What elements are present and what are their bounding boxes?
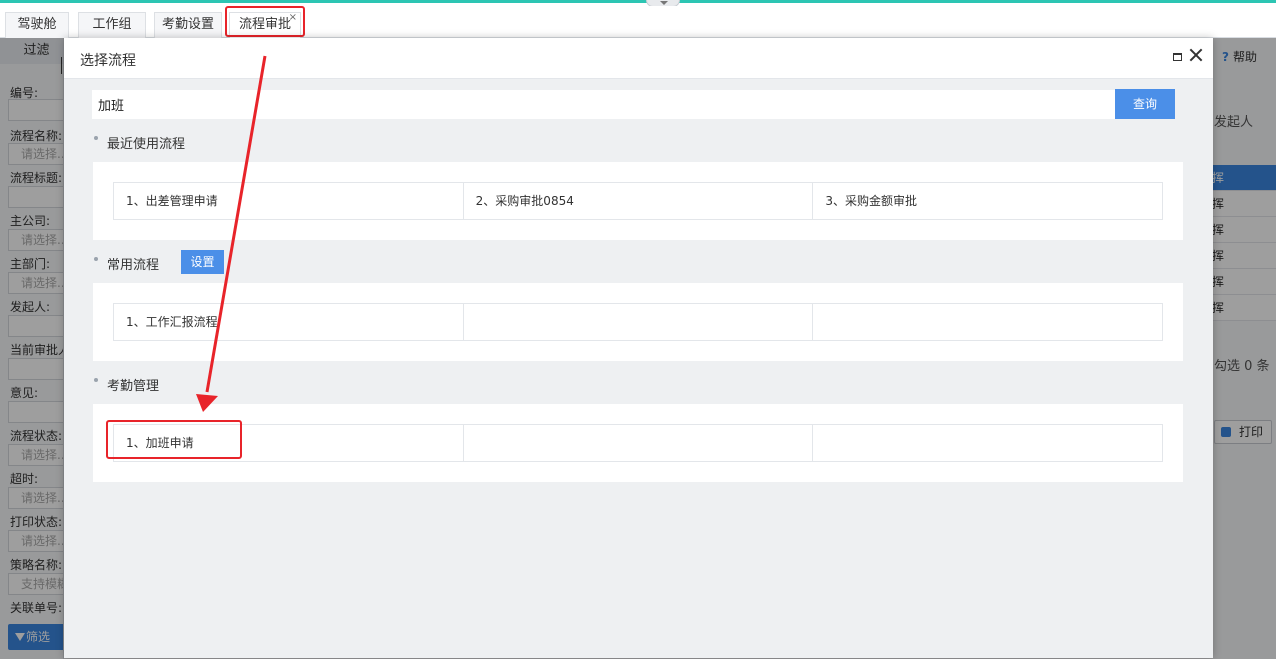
process-item[interactable]: 1、出差管理申请 — [114, 183, 464, 219]
tab-attendance-settings[interactable]: 考勤设置 — [154, 12, 222, 38]
bullet-dot — [94, 257, 98, 261]
tab-bar: 驾驶舱 工作组 考勤设置 流程审批 × — [0, 6, 1276, 38]
common-processes-box: 1、工作汇报流程 — [93, 283, 1183, 361]
highlight-box-overtime — [106, 420, 242, 459]
process-search-input[interactable] — [92, 90, 1115, 119]
attendance-processes-box: 1、加班申请 — [93, 404, 1183, 482]
highlight-box-tab — [225, 6, 305, 37]
recent-processes-box: 1、出差管理申请 2、采购审批0854 3、采购金额审批 — [93, 162, 1183, 240]
process-item[interactable]: 2、采购审批0854 — [464, 183, 814, 219]
section-title-attendance: 考勤管理 — [107, 379, 160, 394]
bullet-dot — [94, 378, 98, 382]
empty-cell — [813, 304, 1162, 340]
text-caret — [61, 57, 62, 74]
process-grid: 1、工作汇报流程 — [113, 303, 1163, 341]
process-item[interactable]: 3、采购金额审批 — [813, 183, 1162, 219]
dialog-title: 选择流程 — [80, 53, 136, 69]
tab-label: 考勤设置 — [161, 17, 214, 32]
close-icon[interactable] — [1188, 47, 1204, 63]
tab-workgroup[interactable]: 工作组 — [78, 12, 146, 38]
process-item[interactable]: 1、工作汇报流程 — [114, 304, 464, 340]
section-title-common: 常用流程 — [107, 258, 160, 273]
bullet-dot — [94, 136, 98, 140]
dialog-header: 选择流程 — [64, 38, 1213, 79]
settings-button[interactable]: 设置 — [181, 250, 224, 274]
section-title-recent: 最近使用流程 — [107, 137, 186, 152]
process-grid: 1、加班申请 — [113, 424, 1163, 462]
empty-cell — [464, 304, 814, 340]
empty-cell — [464, 425, 814, 461]
empty-cell — [813, 425, 1162, 461]
tab-label: 驾驶舱 — [17, 17, 57, 32]
maximize-icon[interactable] — [1173, 53, 1182, 61]
tab-label: 工作组 — [92, 17, 132, 32]
tab-cockpit[interactable]: 驾驶舱 — [5, 12, 69, 38]
process-grid: 1、出差管理申请 2、采购审批0854 3、采购金额审批 — [113, 182, 1163, 220]
select-process-dialog: 选择流程 查询 最近使用流程 1、出差管理申请 2、采购审批0854 3、采购金… — [64, 38, 1213, 658]
query-button[interactable]: 查询 — [1115, 89, 1175, 119]
